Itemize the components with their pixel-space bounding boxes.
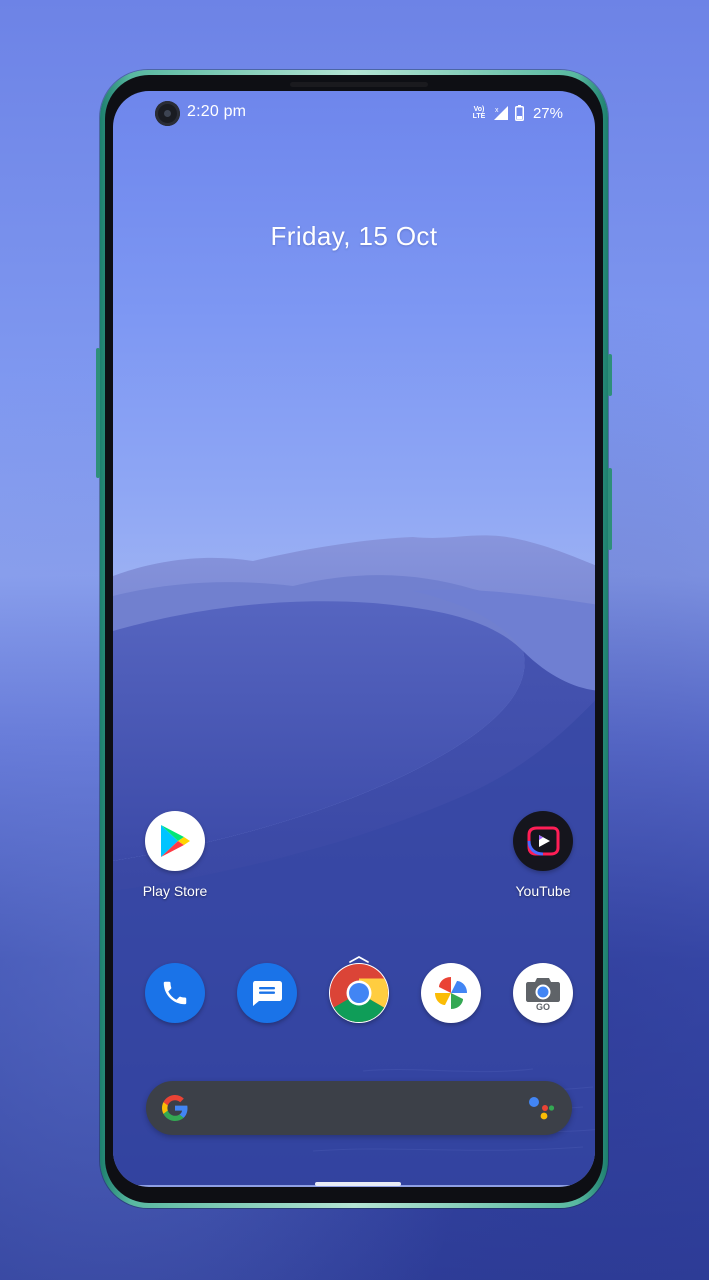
phone-icon[interactable] — [145, 963, 205, 1023]
right-side-button-upper — [608, 354, 612, 396]
battery-icon — [514, 105, 524, 121]
signal-icon: x — [493, 106, 508, 120]
front-camera-icon — [155, 101, 180, 126]
home-screen: 2:20 pm Vo) LTE x 27% Friday, 15 Oct Pla… — [113, 91, 595, 1187]
camera-icon[interactable]: GO — [513, 963, 573, 1023]
left-side-button — [96, 348, 100, 478]
youtube-icon — [513, 811, 573, 871]
phone-frame: 2:20 pm Vo) LTE x 27% Friday, 15 Oct Pla… — [96, 70, 612, 1208]
earpiece-speaker — [290, 82, 428, 87]
svg-text:x: x — [495, 107, 499, 114]
chrome-icon[interactable] — [329, 963, 389, 1023]
right-side-button-lower — [608, 468, 612, 550]
message-icon[interactable] — [237, 963, 297, 1023]
gesture-bar[interactable] — [315, 1182, 401, 1186]
phone-bezel: 2:20 pm Vo) LTE x 27% Friday, 15 Oct Pla… — [105, 75, 603, 1203]
status-icons: Vo) LTE x 27% — [471, 103, 563, 123]
app-label: Play Store — [142, 883, 208, 899]
google-assistant-icon[interactable] — [528, 1095, 556, 1121]
app-label: YouTube — [515, 883, 571, 899]
google-search-bar[interactable] — [146, 1081, 572, 1135]
photos-icon[interactable] — [421, 963, 481, 1023]
google-g-icon — [162, 1095, 188, 1121]
status-time: 2:20 pm — [187, 103, 247, 120]
battery-percent: 27% — [532, 104, 563, 122]
status-bar: 2:20 pm Vo) LTE x 27% — [113, 91, 595, 131]
camera-go-badge: GO — [535, 1001, 550, 1012]
dock: GO — [113, 963, 595, 1025]
date-widget[interactable]: Friday, 15 Oct — [113, 221, 595, 252]
volte-lte-icon: Vo) LTE — [472, 106, 486, 120]
app-play-store[interactable]: Play Store — [125, 811, 225, 899]
app-youtube[interactable]: YouTube — [493, 811, 593, 899]
play-store-icon — [145, 811, 205, 871]
